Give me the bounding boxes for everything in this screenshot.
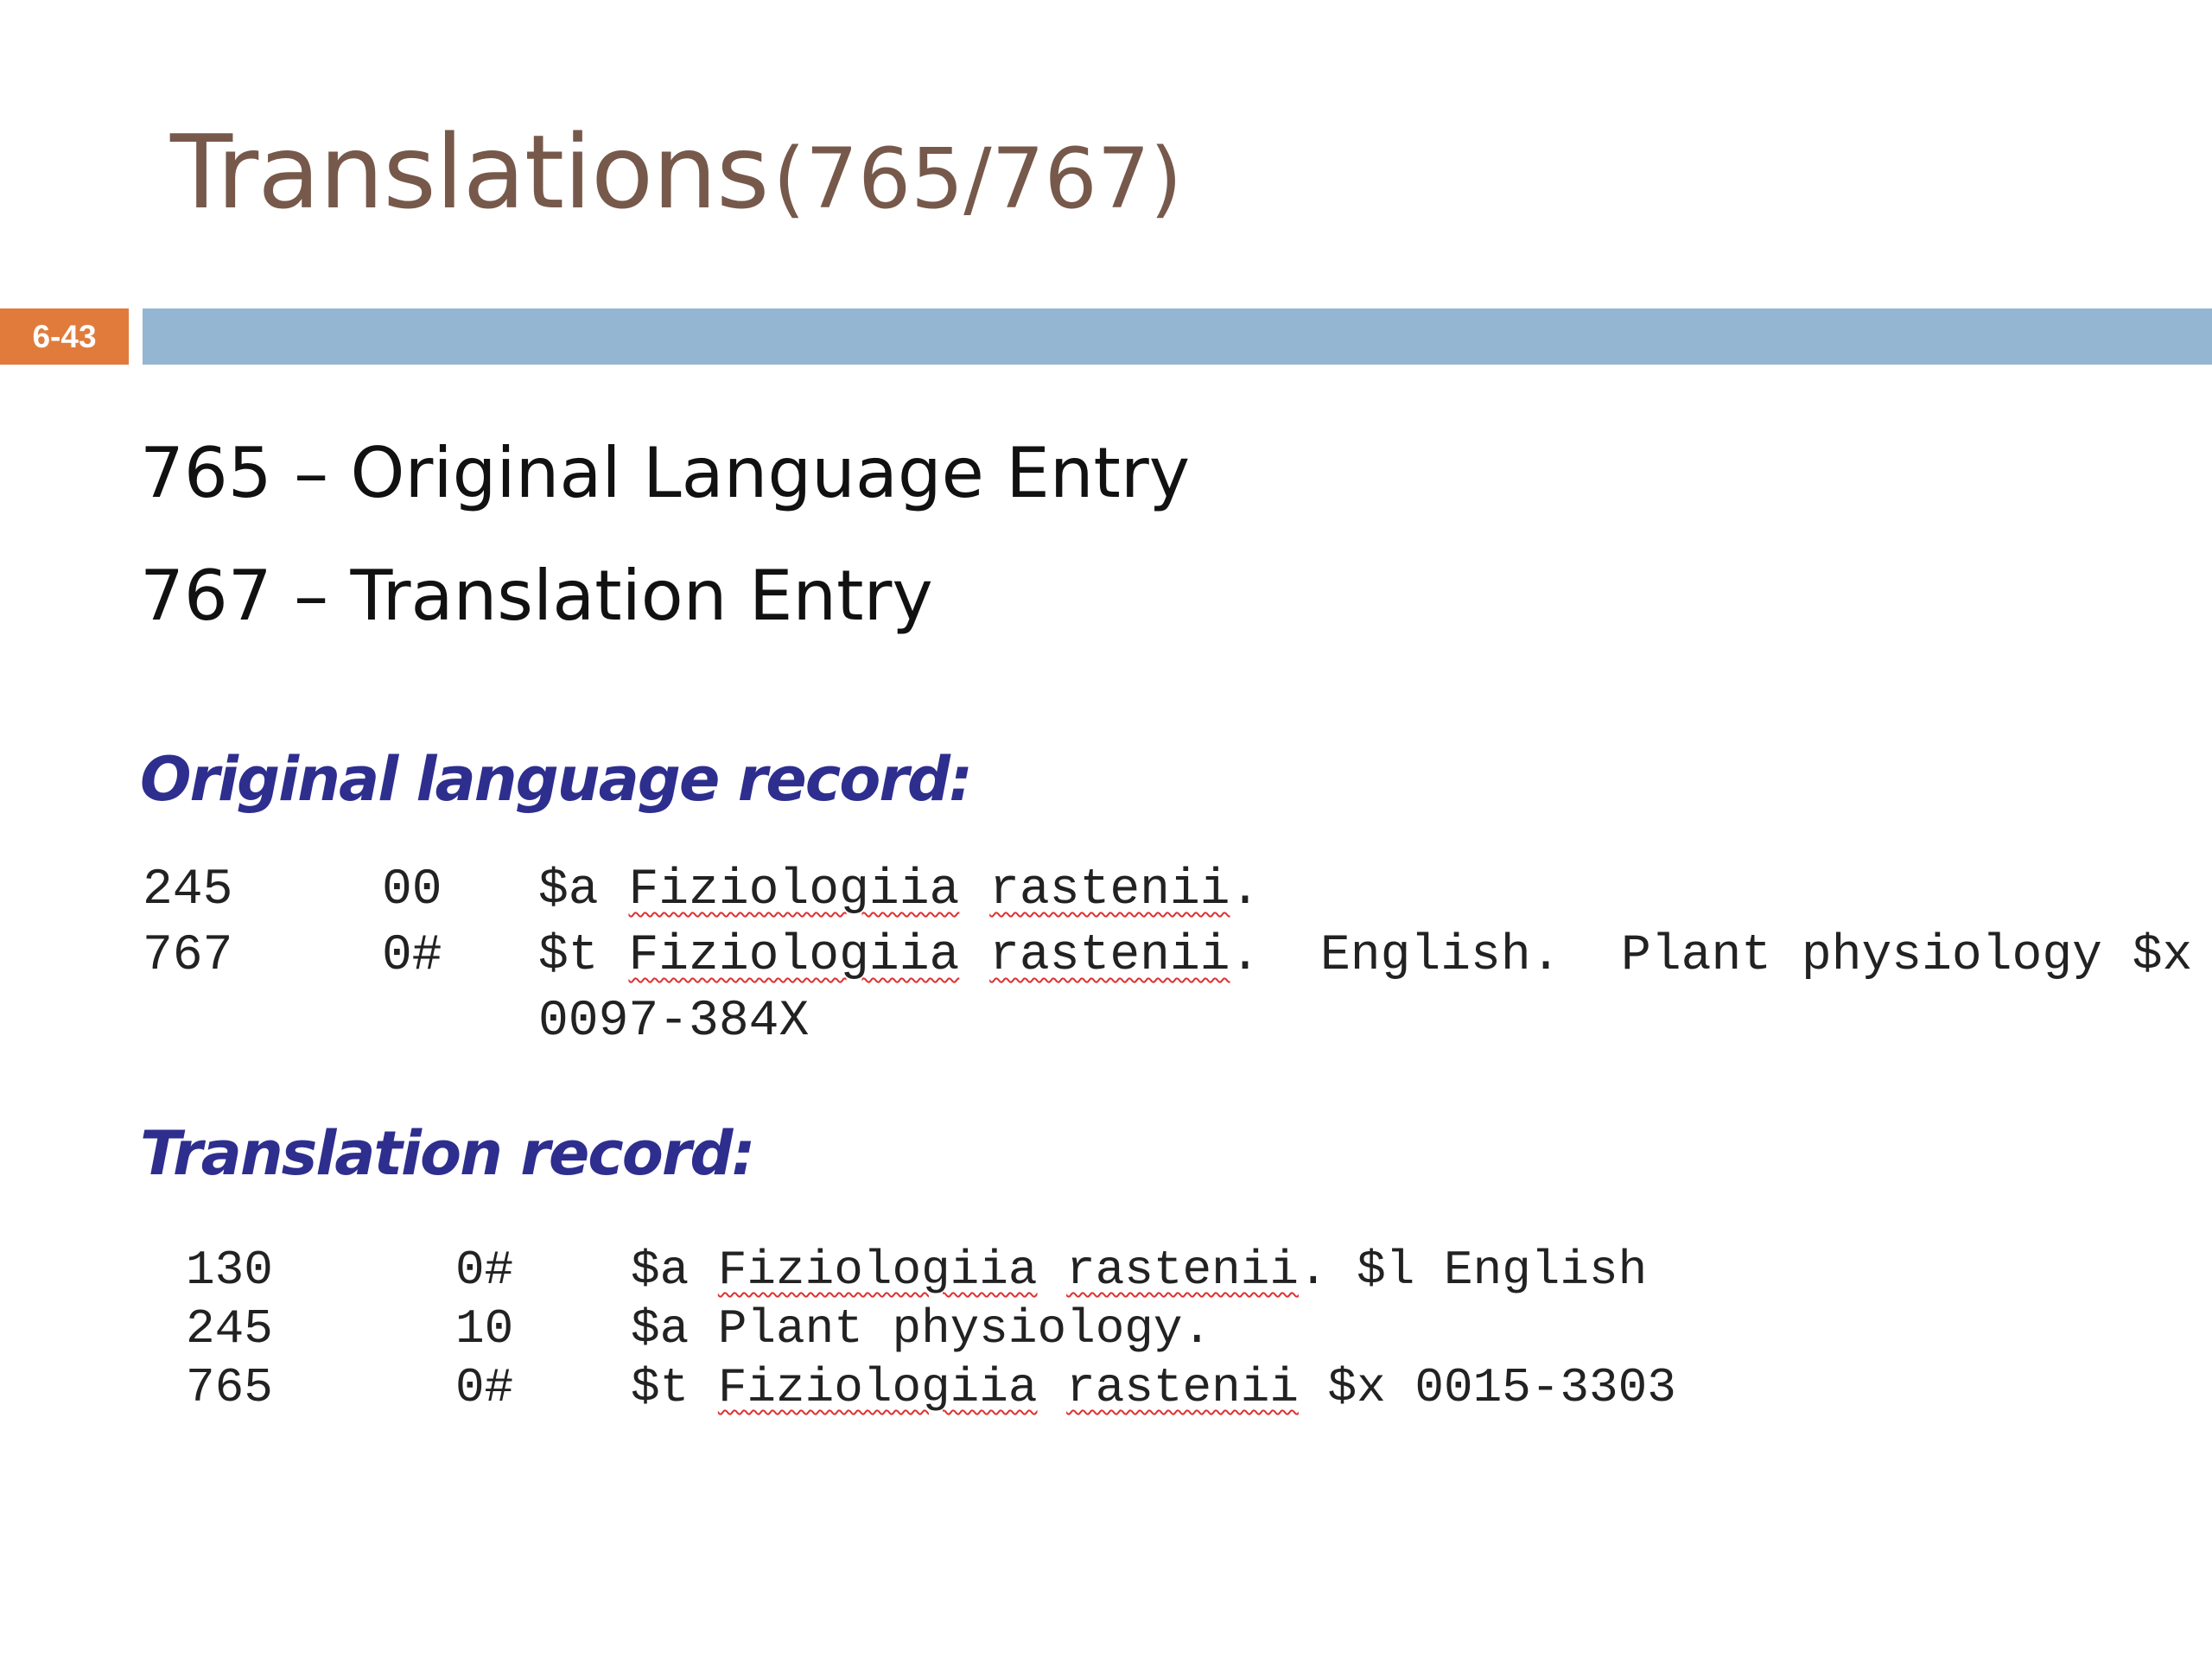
marc-subfield: $a — [538, 862, 599, 918]
marc-text: . English. Plant physiology $x — [1230, 928, 2193, 984]
marc-word: rastenii — [1066, 1243, 1299, 1298]
marc-subfield: $t — [538, 928, 599, 984]
slide-number-badge: 6-43 — [0, 308, 129, 365]
marc-tag: 245 — [143, 862, 233, 918]
slide-title-main: Translations — [170, 112, 769, 232]
marc-subfield: $a — [631, 1243, 690, 1298]
marc-indicators: 0# — [382, 928, 442, 984]
marc-word: Fiziologiia — [717, 1243, 1038, 1298]
original-record-heading: Original language record: — [140, 744, 973, 815]
slide-title-fields: (765/767) — [772, 130, 1183, 227]
marc-word: Fiziologiia — [717, 1360, 1038, 1415]
marc-tag: 245 — [186, 1301, 273, 1357]
marc-word: rastenii — [1066, 1360, 1299, 1415]
marc-text: . — [1230, 862, 1261, 918]
marc-data: $a Fiziologiia rastenii. — [538, 858, 1260, 924]
marc-word: Fiziologiia — [628, 928, 960, 984]
marc-tag: 765 — [186, 1360, 273, 1415]
marc-subfield: $t — [631, 1360, 690, 1415]
marc-indicators: 0# — [455, 1243, 514, 1298]
marc-subfield: $a — [631, 1301, 690, 1357]
marc-word: rastenii — [989, 928, 1230, 984]
marc-data: $t Fiziologiia rastenii. English. Plant … — [538, 924, 2192, 989]
entry-765: 765 – Original Language Entry — [140, 433, 1191, 513]
marc-data: $a Plant physiology. — [631, 1300, 1211, 1358]
marc-word: Fiziologiia — [628, 862, 960, 918]
translation-record-heading: Translation record: — [140, 1118, 756, 1189]
slide-title: Translations (765/767) — [170, 121, 1182, 223]
title-divider-bar — [143, 308, 2212, 365]
marc-data: $a Fiziologiia rastenii. $l English — [631, 1241, 1647, 1300]
marc-indicators: 00 — [382, 862, 442, 918]
marc-data: $t Fiziologiia rastenii $x 0015-3303 — [631, 1358, 1676, 1417]
marc-text: . $l English — [1298, 1243, 1648, 1298]
marc-text: $x 0015-3303 — [1298, 1360, 1676, 1415]
marc-data-continued: 0097-384X — [538, 994, 810, 1050]
marc-text: Plant physiology. — [717, 1301, 1212, 1357]
marc-word: rastenii — [989, 862, 1230, 918]
marc-indicators: 0# — [455, 1360, 514, 1415]
marc-tag: 767 — [143, 928, 233, 984]
entry-767: 767 – Translation Entry — [140, 556, 933, 636]
marc-indicators: 10 — [455, 1301, 514, 1357]
marc-tag: 130 — [186, 1243, 273, 1298]
